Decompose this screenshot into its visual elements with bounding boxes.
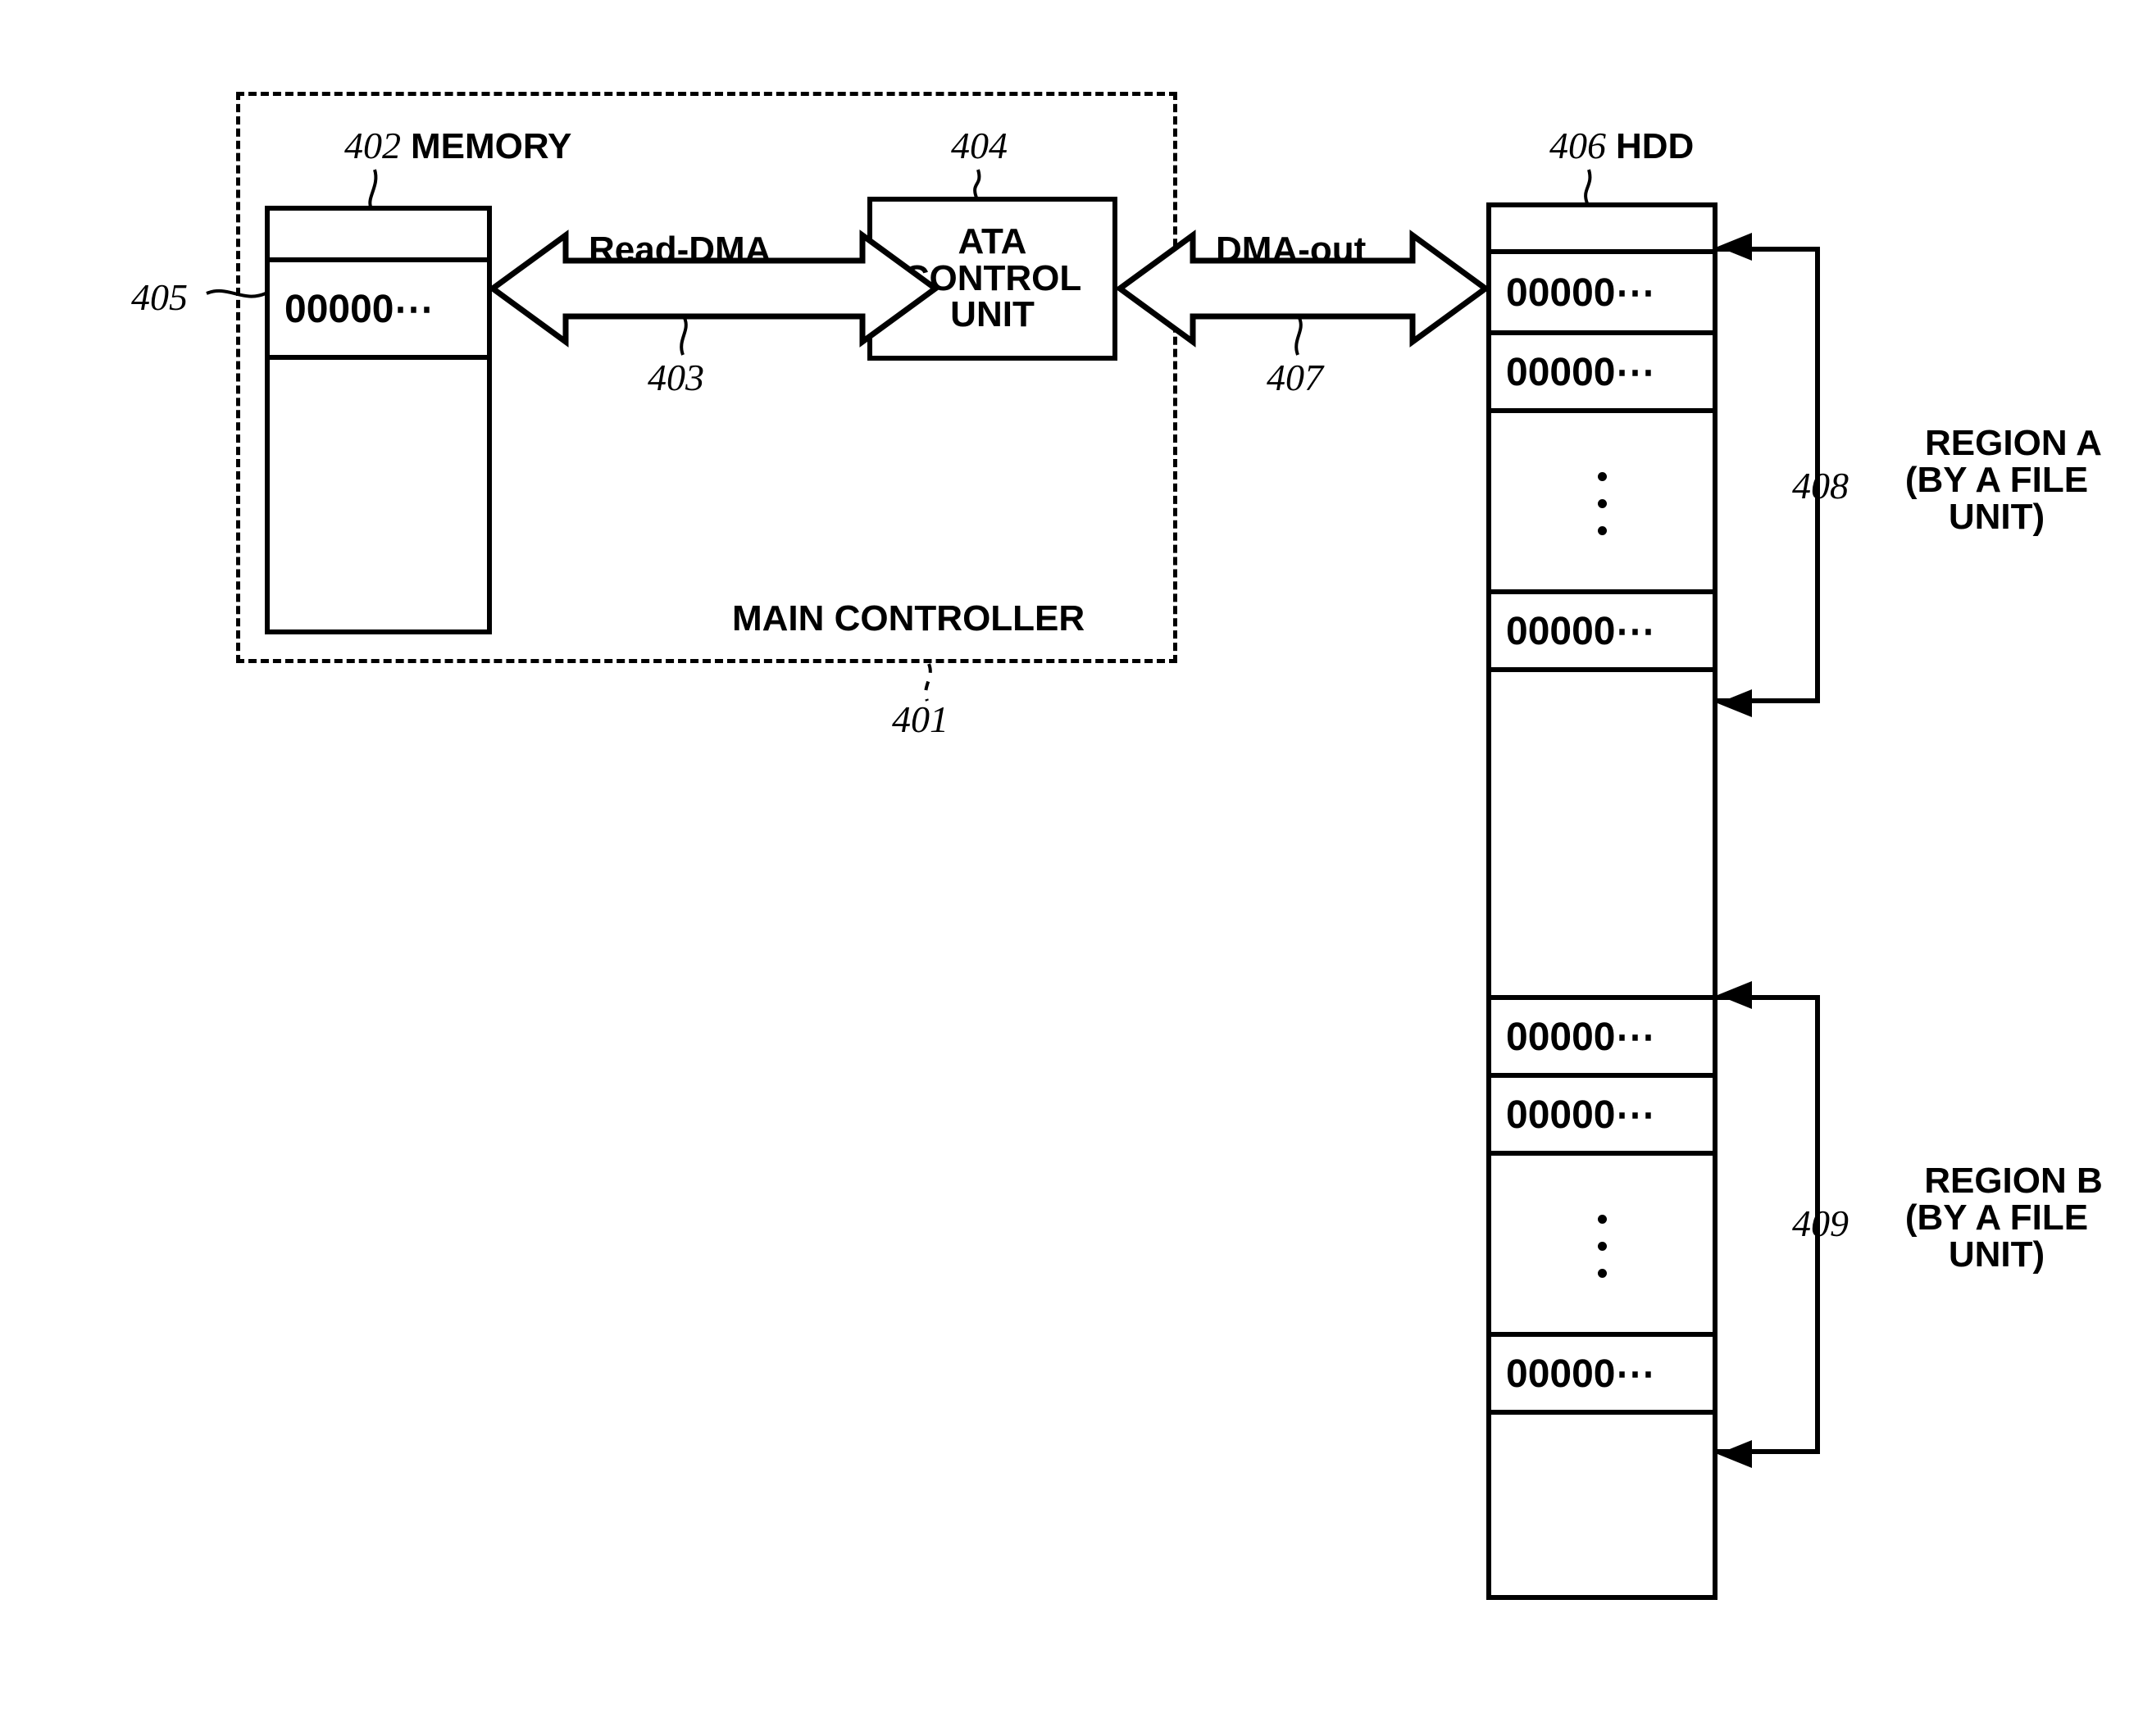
hdd-row-4-text: 00000⋯	[1506, 609, 1655, 653]
hdd-row-4: 00000⋯	[1491, 594, 1713, 672]
region-a-ref-number: 408	[1792, 464, 1849, 507]
read-dma-ref-number: 403	[648, 357, 704, 398]
region-a-caption: REGION A 408 (BY A FILE UNIT)	[1792, 425, 2145, 536]
memory-title: MEMORY	[411, 126, 572, 166]
dma-out-leader-line	[1294, 317, 1303, 356]
region-b-detail-1: (BY A FILE	[1904, 1197, 2089, 1238]
memory-row-1: 00000⋯	[270, 262, 487, 360]
region-a-top-arrowhead	[1718, 233, 1752, 261]
region-b-bottom-arrowhead	[1718, 1440, 1752, 1468]
ellipsis-dot	[1597, 526, 1607, 535]
hdd-leader-line	[1584, 169, 1592, 204]
dma-out-ref-number: 407	[1267, 357, 1323, 398]
patent-figure-canvas: 402 MEMORY 404 406 HDD 00000⋯ 405 Read-DMA…	[0, 0, 2152, 1736]
ellipsis-dot	[1597, 1215, 1607, 1224]
hdd-row-0	[1491, 207, 1713, 254]
region-b-detail-2: UNIT)	[1948, 1234, 2045, 1275]
hdd-row-7: 00000⋯	[1491, 1078, 1713, 1156]
memory-block: 00000⋯	[265, 206, 492, 634]
memory-caption: 402 MEMORY	[344, 127, 571, 166]
hdd-row-6: 00000⋯	[1491, 1000, 1713, 1078]
hdd-row-8	[1491, 1156, 1713, 1337]
hdd-row-9-text: 00000⋯	[1506, 1352, 1655, 1396]
hdd-row-7-text: 00000⋯	[1506, 1093, 1655, 1137]
hdd-title: HDD	[1616, 126, 1695, 166]
hdd-row-1-text: 00000⋯	[1506, 270, 1655, 315]
region-a-detail-2: UNIT)	[1948, 496, 2045, 537]
main-controller-ref-number: 401	[892, 698, 949, 740]
hdd-vertical-ellipsis-b	[1491, 1195, 1713, 1297]
hdd-block: 00000⋯ 00000⋯ 00000⋯ 00000⋯ 00000⋯ 00000…	[1486, 202, 1718, 1600]
region-a-name: REGION A	[1925, 423, 2102, 463]
memory-row-2	[270, 360, 487, 629]
ata-label-line-1: ATA	[958, 220, 1027, 261]
main-controller-label: MAIN CONTROLLER	[732, 598, 1085, 639]
main-controller-leader-line	[924, 663, 932, 702]
hdd-row-9: 00000⋯	[1491, 1337, 1713, 1415]
ellipsis-dot	[1597, 499, 1607, 508]
read-dma-label: Read-DMA	[589, 229, 771, 270]
ata-label-line-2: CONTROL	[903, 257, 1082, 298]
memory-row-0	[270, 211, 487, 262]
ata-ref-number: 404	[951, 125, 1008, 166]
ellipsis-dot	[1597, 472, 1607, 481]
region-b-caption: REGION B 409 (BY A FILE UNIT)	[1792, 1161, 2145, 1275]
hdd-caption: 406 HDD	[1549, 127, 1694, 166]
region-a-bottom-arrowhead	[1718, 689, 1752, 717]
region-b-ref-number: 409	[1792, 1202, 1849, 1244]
hdd-row-3	[1491, 413, 1713, 594]
hdd-row-6-text: 00000⋯	[1506, 1015, 1655, 1059]
hdd-row-1: 00000⋯	[1491, 254, 1713, 335]
memory-ref-number: 402	[344, 125, 401, 166]
memory-buffer-ref-number: 405	[131, 276, 188, 318]
dma-out-label: DMA-out	[1216, 229, 1367, 270]
hdd-row-2-text: 00000⋯	[1506, 350, 1655, 394]
hdd-row-10	[1491, 1415, 1713, 1595]
hdd-vertical-ellipsis-a	[1491, 452, 1713, 555]
ellipsis-dot	[1597, 1269, 1607, 1278]
memory-row-1-text: 00000⋯	[284, 287, 434, 331]
ata-label-line-3: UNIT	[950, 294, 1035, 335]
hdd-ref-number: 406	[1549, 125, 1606, 166]
region-a-detail-1: (BY A FILE	[1904, 459, 2089, 500]
hdd-row-2: 00000⋯	[1491, 335, 1713, 413]
region-b-top-arrowhead	[1718, 981, 1752, 1009]
ata-control-unit-block: ATA CONTROL UNIT	[867, 197, 1117, 361]
hdd-row-5	[1491, 672, 1713, 1000]
region-b-name: REGION B	[1924, 1161, 2103, 1201]
ata-control-unit-label: ATA CONTROL UNIT	[903, 220, 1082, 335]
ellipsis-dot	[1597, 1242, 1607, 1251]
